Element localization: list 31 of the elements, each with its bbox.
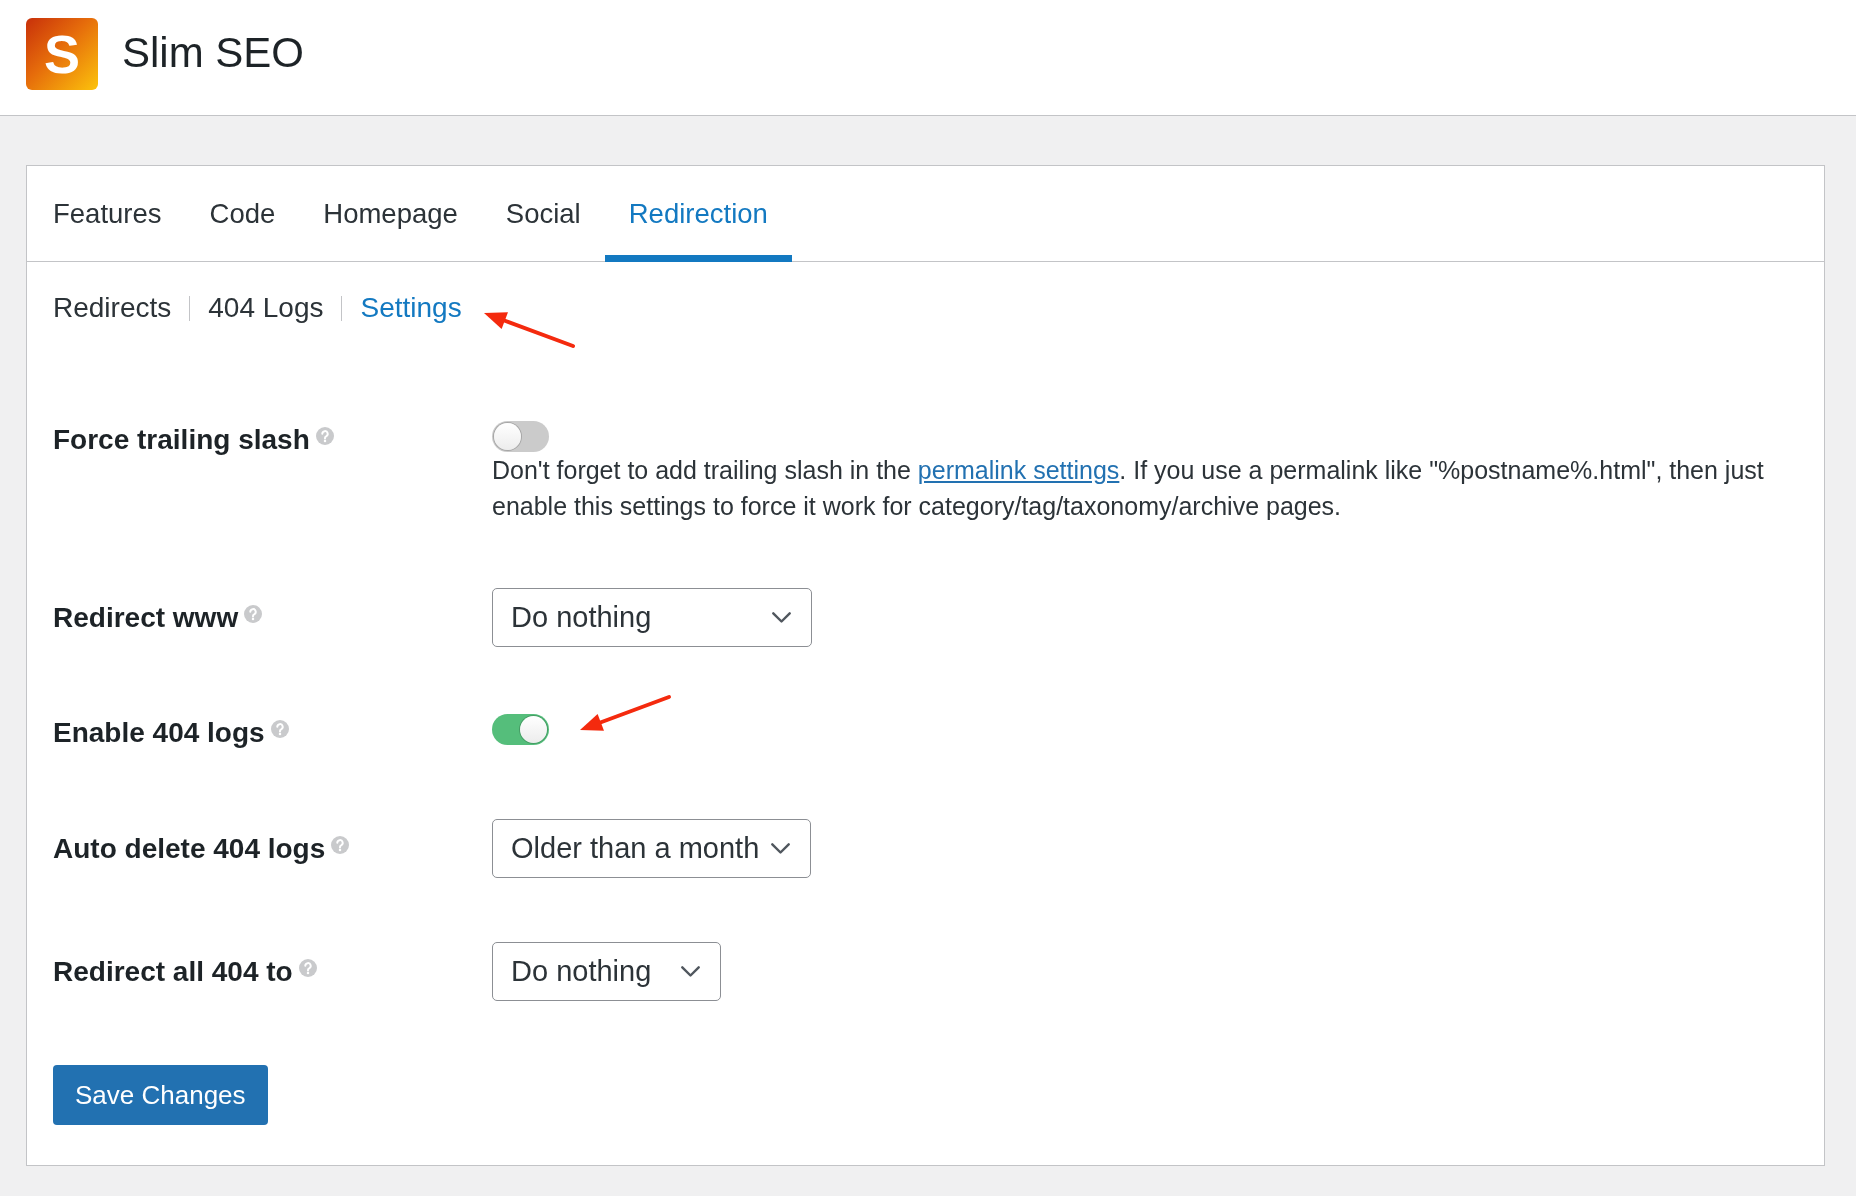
help-icon: [270, 720, 289, 738]
subnav-link[interactable]: Settings: [360, 290, 462, 326]
toggle-switch[interactable]: [492, 714, 549, 745]
tab[interactable]: Redirection: [604, 166, 792, 262]
subnav-link[interactable]: Redirects: [53, 290, 172, 326]
chevron-down-icon: [771, 843, 791, 854]
dropdown-select[interactable]: Do nothing: [492, 942, 721, 1001]
tab[interactable]: Features: [29, 166, 186, 262]
app-title: Slim SEO: [122, 29, 305, 78]
tab[interactable]: Social: [481, 166, 605, 262]
setting-description: Don't forget to add trailing slash in the permalink settings. If you use a permalink like "%postname%.html", then just enable this settings to force it work for category/tag/taxonomy/archive pages.: [492, 455, 1765, 522]
setting-label: Auto delete 404 logs: [53, 831, 326, 866]
setting-label: Enable 404 logs: [53, 716, 265, 750]
setting-label: Redirect www: [53, 600, 239, 635]
setting-label: Redirect all 404 to: [53, 954, 293, 989]
help-icon: [298, 958, 317, 977]
chevron-down-icon: [681, 966, 700, 977]
setting-label: Force trailing slash: [53, 423, 310, 457]
tab[interactable]: Code: [185, 166, 300, 262]
save-button[interactable]: Save Changes: [53, 1065, 268, 1125]
subnav-link[interactable]: 404 Logs: [208, 290, 324, 326]
app-logo: S: [26, 17, 98, 90]
chevron-down-icon: [772, 612, 791, 623]
help-icon: [244, 604, 263, 623]
toggle-switch[interactable]: [492, 421, 549, 452]
permalink-link[interactable]: permalink settings: [917, 456, 1120, 484]
dropdown-select[interactable]: Do nothing: [492, 588, 812, 647]
tab[interactable]: Homepage: [299, 166, 482, 262]
help-icon: [331, 835, 350, 854]
dropdown-select[interactable]: Older than a month: [492, 819, 812, 878]
help-icon: [315, 427, 334, 445]
